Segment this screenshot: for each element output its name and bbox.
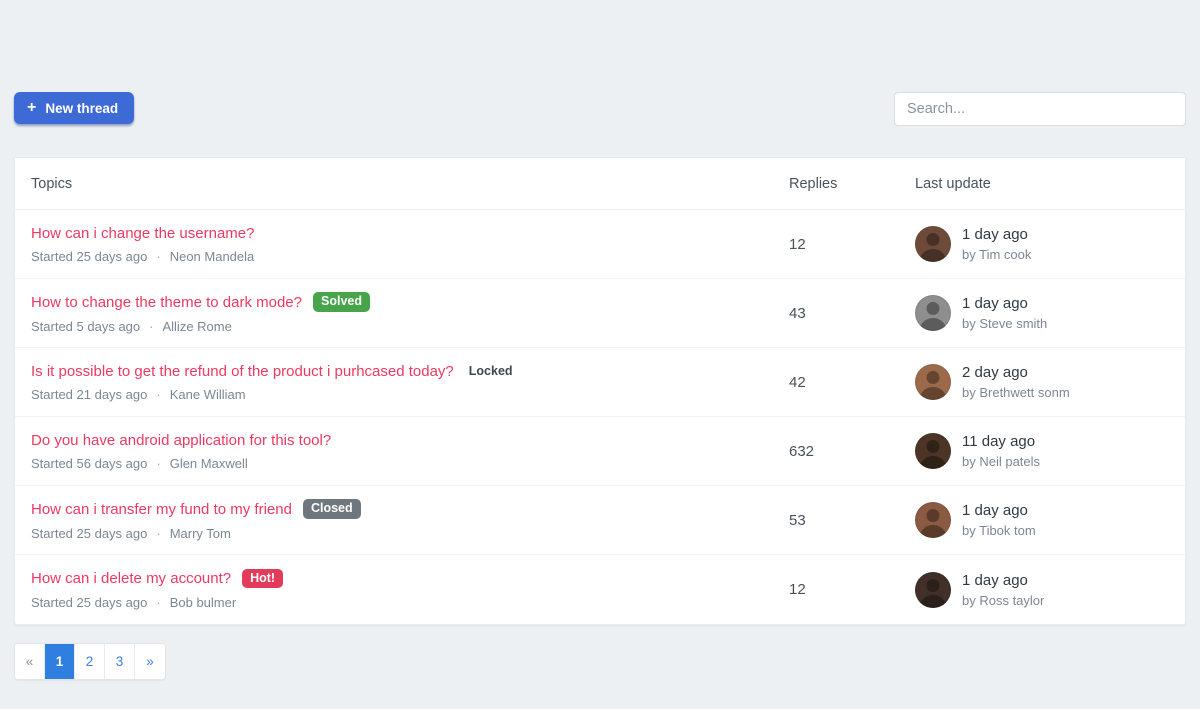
- thread-title-link[interactable]: How can i delete my account?: [31, 570, 231, 587]
- last-update-cell: 1 day ago by Steve smith: [898, 295, 1169, 331]
- thread-meta: Started 25 days ago · Neon Mandela: [31, 249, 773, 264]
- avatar: [915, 502, 951, 538]
- thread-author: Bob bulmer: [170, 595, 236, 610]
- update-time: 1 day ago: [962, 226, 1031, 243]
- reply-count: 43: [773, 305, 898, 322]
- toolbar: + New thread: [14, 92, 1186, 140]
- update-time: 11 day ago: [962, 433, 1040, 450]
- pagination-page-1[interactable]: 1: [45, 644, 75, 679]
- update-author: by Ross taylor: [962, 593, 1044, 608]
- dot-separator: ·: [156, 249, 160, 264]
- topic-cell: Do you have android application for this…: [31, 432, 773, 471]
- topic-cell: How to change the theme to dark mode? So…: [31, 292, 773, 334]
- avatar: [915, 433, 951, 469]
- table-row: Is it possible to get the refund of the …: [15, 348, 1185, 417]
- thread-author: Kane William: [170, 387, 246, 402]
- thread-started: Started 56 days ago: [31, 456, 147, 471]
- dot-separator: ·: [156, 387, 160, 402]
- column-header-replies: Replies: [773, 176, 898, 192]
- reply-count: 12: [773, 236, 898, 253]
- new-thread-label: New thread: [45, 101, 118, 116]
- locked-label: Locked: [469, 364, 513, 378]
- thread-title-link[interactable]: How to change the theme to dark mode?: [31, 294, 302, 311]
- pagination: « 1 2 3 »: [14, 643, 166, 680]
- update-author: by Neil patels: [962, 454, 1040, 469]
- table-row: How can i delete my account? Hot! Starte…: [15, 555, 1185, 624]
- avatar: [915, 572, 951, 608]
- dot-separator: ·: [156, 595, 160, 610]
- thread-started: Started 25 days ago: [31, 526, 147, 541]
- thread-author: Neon Mandela: [170, 249, 255, 264]
- update-time: 1 day ago: [962, 295, 1047, 312]
- new-thread-button[interactable]: + New thread: [14, 92, 134, 124]
- update-author: by Steve smith: [962, 316, 1047, 331]
- thread-author: Allize Rome: [162, 319, 231, 334]
- thread-author: Marry Tom: [170, 526, 231, 541]
- last-update-cell: 1 day ago by Tibok tom: [898, 502, 1169, 538]
- thread-meta: Started 25 days ago · Marry Tom: [31, 526, 773, 541]
- pagination-next[interactable]: »: [135, 644, 165, 679]
- update-time: 1 day ago: [962, 572, 1044, 589]
- solved-badge: Solved: [313, 292, 370, 312]
- thread-title-link[interactable]: Do you have android application for this…: [31, 432, 331, 449]
- topic-cell: How can i change the username? Started 2…: [31, 225, 773, 264]
- last-update-cell: 2 day ago by Brethwett sonm: [898, 364, 1169, 400]
- pagination-prev[interactable]: «: [15, 644, 45, 679]
- table-row: How to change the theme to dark mode? So…: [15, 279, 1185, 348]
- thread-started: Started 25 days ago: [31, 595, 147, 610]
- thread-meta: Started 5 days ago · Allize Rome: [31, 319, 773, 334]
- update-time: 1 day ago: [962, 502, 1036, 519]
- forum-page: + New thread Topics Replies Last update …: [0, 0, 1200, 680]
- threads-table: Topics Replies Last update How can i cha…: [14, 157, 1186, 625]
- thread-started: Started 5 days ago: [31, 319, 140, 334]
- pagination-page-3[interactable]: 3: [105, 644, 135, 679]
- hot-badge: Hot!: [242, 569, 283, 589]
- reply-count: 42: [773, 374, 898, 391]
- reply-count: 12: [773, 581, 898, 598]
- table-header-row: Topics Replies Last update: [15, 158, 1185, 210]
- column-header-last-update: Last update: [898, 176, 1169, 192]
- thread-meta: Started 25 days ago · Bob bulmer: [31, 595, 773, 610]
- topic-cell: How can i delete my account? Hot! Starte…: [31, 569, 773, 611]
- dot-separator: ·: [156, 456, 160, 471]
- reply-count: 632: [773, 443, 898, 460]
- plus-icon: +: [27, 100, 36, 116]
- update-author: by Tibok tom: [962, 523, 1036, 538]
- column-header-topics: Topics: [31, 176, 773, 192]
- table-row: How can i transfer my fund to my friend …: [15, 486, 1185, 555]
- table-row: Do you have android application for this…: [15, 417, 1185, 486]
- last-update-cell: 11 day ago by Neil patels: [898, 433, 1169, 469]
- update-author: by Tim cook: [962, 247, 1031, 262]
- topic-cell: How can i transfer my fund to my friend …: [31, 499, 773, 541]
- thread-meta: Started 56 days ago · Glen Maxwell: [31, 456, 773, 471]
- thread-title-link[interactable]: How can i change the username?: [31, 225, 254, 242]
- last-update-cell: 1 day ago by Ross taylor: [898, 572, 1169, 608]
- avatar: [915, 364, 951, 400]
- thread-title-link[interactable]: How can i transfer my fund to my friend: [31, 501, 292, 518]
- dot-separator: ·: [156, 526, 160, 541]
- topic-cell: Is it possible to get the refund of the …: [31, 363, 773, 402]
- thread-meta: Started 21 days ago · Kane William: [31, 387, 773, 402]
- closed-badge: Closed: [303, 499, 361, 519]
- thread-title-link[interactable]: Is it possible to get the refund of the …: [31, 363, 454, 380]
- table-row: How can i change the username? Started 2…: [15, 210, 1185, 279]
- last-update-cell: 1 day ago by Tim cook: [898, 226, 1169, 262]
- update-time: 2 day ago: [962, 364, 1070, 381]
- search-input[interactable]: [894, 92, 1186, 126]
- reply-count: 53: [773, 512, 898, 529]
- avatar: [915, 226, 951, 262]
- update-author: by Brethwett sonm: [962, 385, 1070, 400]
- dot-separator: ·: [149, 319, 153, 334]
- thread-started: Started 25 days ago: [31, 249, 147, 264]
- thread-started: Started 21 days ago: [31, 387, 147, 402]
- pagination-page-2[interactable]: 2: [75, 644, 105, 679]
- thread-author: Glen Maxwell: [170, 456, 248, 471]
- avatar: [915, 295, 951, 331]
